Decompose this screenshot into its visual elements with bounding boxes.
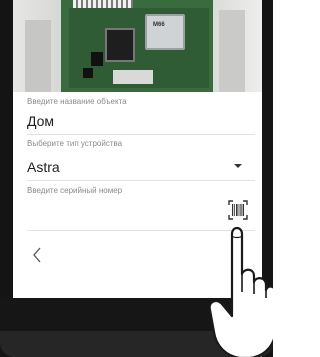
device-type-divider [27,180,255,181]
gsm-module-label: M66 [153,22,165,28]
serial-number-label: Введите серийный номер [27,186,123,195]
object-name-label: Введите название объекта [27,97,127,106]
chevron-down-icon[interactable] [234,164,242,168]
phone: M66 Введите название объекта Дом Выберит… [0,0,273,357]
device-type-label: Выберите тип устройства [27,139,123,148]
pointing-hand-icon [206,222,273,357]
object-name-divider [27,134,255,135]
chevron-left-icon[interactable] [29,244,47,266]
device-photo: M66 [13,0,262,92]
gsm-module: M66 [145,14,185,50]
barcode-scan-icon[interactable] [227,199,249,221]
object-name-input[interactable]: Дом [27,113,54,129]
device-type-select[interactable]: Astra [27,159,60,175]
